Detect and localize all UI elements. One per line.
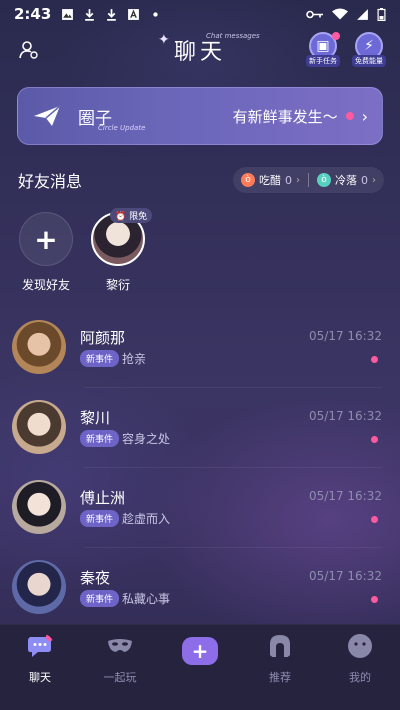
- friends-section-header: 好友消息 ò 吃醋 0 › ò 冷落 0 ›: [18, 166, 384, 194]
- tab-label: 推荐: [269, 671, 291, 684]
- plus-icon: +: [19, 212, 73, 266]
- chat-time: 05/17 16:32: [309, 409, 382, 423]
- chat-preview: 抢亲: [122, 352, 147, 366]
- sad-face-icon: ò: [317, 173, 331, 187]
- newbie-task-label: 新手任务: [306, 55, 340, 67]
- chat-name: 傅止洲: [80, 489, 126, 507]
- neglect-label: 冷落: [335, 174, 357, 187]
- avatar: [12, 320, 66, 374]
- chat-bubble-icon: [28, 633, 54, 657]
- app-header: ✦ 聊天 Chat messages ▣ 新手任务 ⚡ 免费能量: [0, 30, 400, 70]
- divider: [308, 173, 309, 187]
- battery-icon: [377, 7, 386, 21]
- bottom-tab-bar: 聊天 一起玩 + 推荐 我的: [0, 624, 400, 710]
- neglect-filter[interactable]: ò 冷落 0 ›: [317, 172, 376, 188]
- tab-play-together[interactable]: 一起玩: [90, 633, 150, 685]
- discover-friends-button[interactable]: + 发现好友: [16, 212, 76, 293]
- image-icon: [62, 8, 74, 20]
- event-tag: 新事件: [80, 590, 120, 607]
- plus-icon: +: [182, 637, 218, 665]
- chevron-right-icon: ›: [372, 174, 376, 186]
- status-time: 2:43: [14, 5, 52, 23]
- face-icon: [348, 634, 372, 658]
- mask-icon: [108, 639, 132, 652]
- chat-row[interactable]: 阿颜那 新事件 抢亲 05/17 16:32: [0, 308, 400, 388]
- newbie-task-button[interactable]: ▣ 新手任务: [306, 32, 340, 68]
- chevron-right-icon: ›: [361, 106, 368, 126]
- chat-preview: 私藏心事: [122, 592, 171, 606]
- chat-row[interactable]: 秦夜 新事件 私藏心事 05/17 16:32: [0, 548, 400, 628]
- chat-row[interactable]: 黎川 新事件 容身之处 05/17 16:32: [0, 388, 400, 468]
- dot-icon: [153, 11, 158, 17]
- tab-chat[interactable]: 聊天: [10, 633, 70, 685]
- tab-label: 一起玩: [103, 671, 137, 684]
- unread-dot: [371, 356, 378, 363]
- unread-dot: [371, 596, 378, 603]
- signal-icon: [357, 8, 368, 20]
- mood-filter: ò 吃醋 0 › ò 冷落 0 ›: [233, 167, 384, 193]
- event-tag: 新事件: [80, 430, 120, 447]
- avatar: [12, 400, 66, 454]
- badge-label: 限免: [129, 212, 148, 222]
- wifi-icon: [332, 8, 348, 19]
- unread-dot: [371, 436, 378, 443]
- friend-item[interactable]: ⏰ 限免 黎衍: [88, 208, 153, 293]
- avatar: [12, 480, 66, 534]
- chat-row[interactable]: 傅止洲 新事件 趁虚而入 05/17 16:32: [0, 468, 400, 548]
- tab-label: 聊天: [29, 671, 51, 684]
- limited-free-badge: ⏰ 限免: [110, 208, 153, 223]
- vpn-key-icon: [306, 10, 323, 18]
- unread-dot: [371, 516, 378, 523]
- chat-list: 阿颜那 新事件 抢亲 05/17 16:32 黎川 新事件 容身之处 05/17…: [0, 308, 400, 628]
- friend-name: 黎衍: [105, 278, 130, 292]
- chat-name: 阿颜那: [80, 329, 126, 347]
- chat-name: 秦夜: [80, 569, 111, 587]
- chevron-right-icon: ›: [296, 174, 300, 186]
- circle-subtitle: Circle Update: [98, 124, 146, 132]
- jealous-count: 0: [285, 173, 292, 187]
- new-dot: [345, 112, 354, 120]
- jealous-label: 吃醋: [259, 174, 281, 187]
- avatar: [12, 560, 66, 614]
- circle-banner[interactable]: 圈子 Circle Update 有新鲜事发生～ ›: [17, 87, 383, 145]
- tab-label: 我的: [349, 671, 371, 684]
- page-title: 聊天: [173, 40, 226, 65]
- download-icon: [107, 8, 117, 21]
- chat-name: 黎川: [80, 409, 111, 427]
- text-icon: [128, 8, 140, 20]
- free-energy-button[interactable]: ⚡ 免费能量: [352, 32, 386, 68]
- page-subtitle: Chat messages: [206, 32, 260, 40]
- status-bar: 2:43: [0, 0, 400, 28]
- section-title: 好友消息: [18, 172, 83, 191]
- paper-plane-icon: [34, 105, 61, 126]
- tab-recommend[interactable]: 推荐: [250, 633, 310, 685]
- jealous-filter[interactable]: ò 吃醋 0 ›: [241, 172, 300, 188]
- tab-create[interactable]: +: [170, 633, 230, 665]
- circle-message: 有新鲜事发生～: [232, 107, 338, 126]
- download-icon: [85, 8, 95, 21]
- event-tag: 新事件: [80, 510, 120, 527]
- event-tag: 新事件: [80, 350, 120, 367]
- angry-face-icon: ò: [241, 173, 255, 187]
- neglect-count: 0: [361, 173, 368, 187]
- chat-preview: 趁虚而入: [122, 512, 171, 526]
- chat-time: 05/17 16:32: [309, 329, 382, 343]
- notification-dot: [332, 32, 340, 40]
- chat-time: 05/17 16:32: [309, 569, 382, 583]
- chat-time: 05/17 16:32: [309, 489, 382, 503]
- free-energy-label: 免费能量: [352, 55, 386, 67]
- chat-preview: 容身之处: [122, 432, 171, 446]
- discover-friends-label: 发现好友: [21, 278, 70, 292]
- arch-icon: [270, 635, 290, 657]
- tab-me[interactable]: 我的: [330, 633, 390, 685]
- friends-row: + 发现好友 ⏰ 限免 黎衍: [16, 208, 386, 302]
